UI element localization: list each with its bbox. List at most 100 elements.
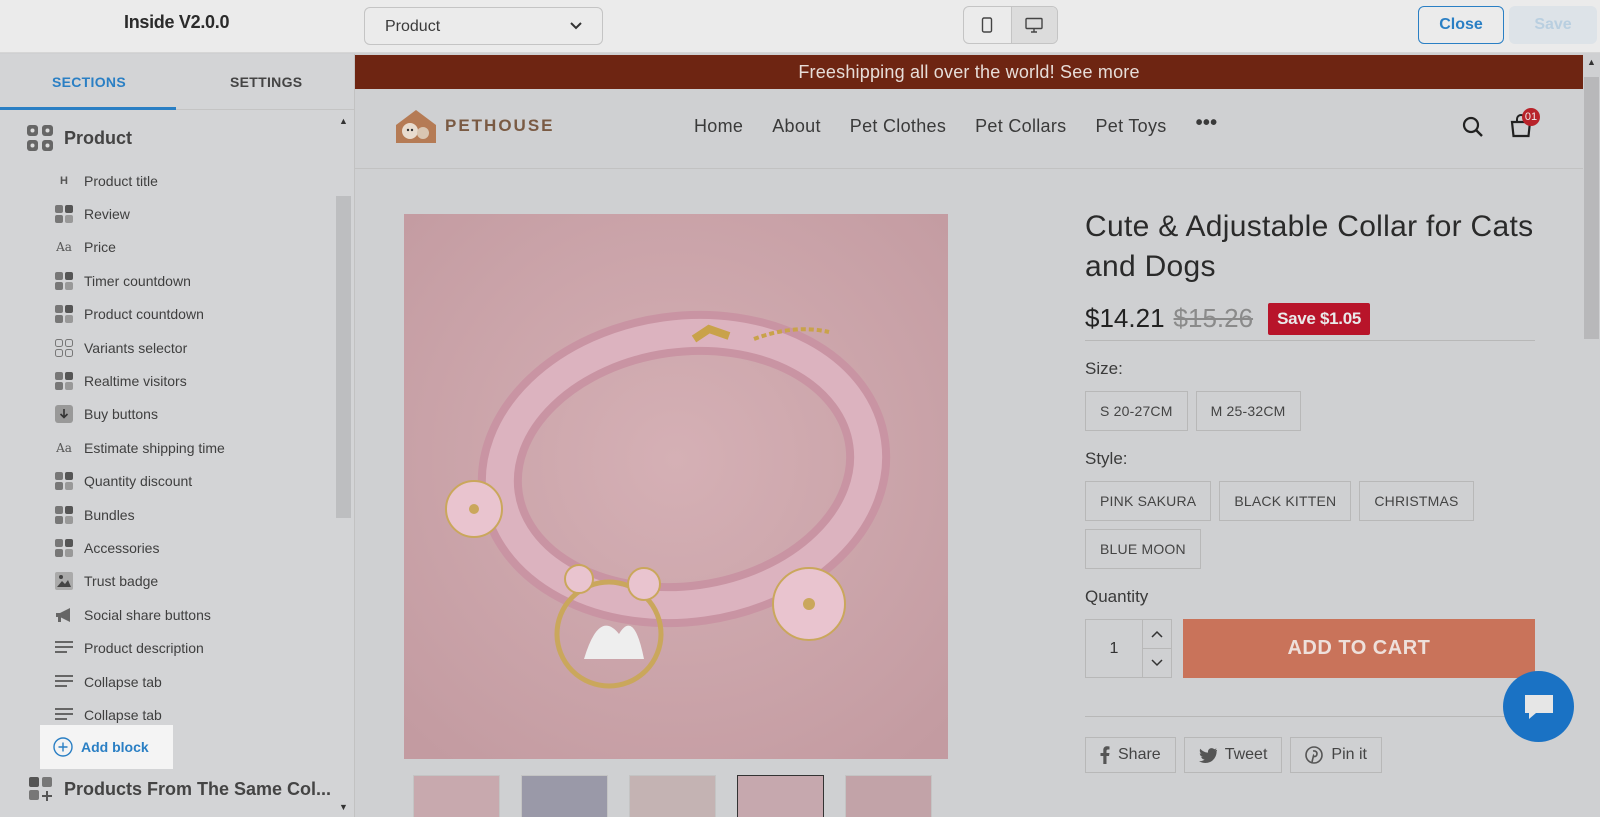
scroll-up-icon[interactable]: ▲ <box>1587 57 1596 67</box>
quantity-stepper <box>1142 619 1172 678</box>
section-product[interactable]: Product <box>26 124 132 152</box>
scrollbar-thumb[interactable] <box>336 196 351 518</box>
page-type-value: Product <box>385 18 441 35</box>
heading-icon: H <box>60 174 68 187</box>
block-item[interactable]: Buy buttons <box>54 398 225 431</box>
chevron-down-icon <box>1151 659 1163 667</box>
desktop-icon <box>1025 17 1043 33</box>
block-item[interactable]: Aa Price <box>54 231 225 264</box>
style-option[interactable]: BLUE MOON <box>1085 529 1201 569</box>
block-item[interactable]: Product description <box>54 631 225 664</box>
style-option[interactable]: BLACK KITTEN <box>1219 481 1352 521</box>
price-row: $14.21 $15.26 Save $1.05 <box>1085 302 1535 341</box>
style-options: PINK SAKURA BLACK KITTEN CHRISTMAS BLUE … <box>1085 481 1535 569</box>
image-icon <box>54 572 74 591</box>
divider <box>1085 716 1535 717</box>
thumbnail[interactable] <box>737 775 824 817</box>
pinterest-icon <box>1305 746 1324 764</box>
share-facebook-button[interactable]: Share <box>1085 737 1176 773</box>
thumbnail[interactable] <box>629 775 716 817</box>
thumbnail[interactable] <box>845 775 932 817</box>
scroll-up-icon[interactable]: ▲ <box>339 116 348 126</box>
app-block-icon <box>54 305 74 324</box>
plus-circle-icon <box>53 737 73 757</box>
page-type-select[interactable]: Product <box>364 7 603 45</box>
block-list: H Product title Review Aa Price Timer co… <box>54 164 225 732</box>
nav-pet-collars[interactable]: Pet Collars <box>975 116 1066 137</box>
nav-about[interactable]: About <box>772 116 821 137</box>
block-item[interactable]: H Product title <box>54 164 225 197</box>
main-nav: Home About Pet Clothes Pet Collars Pet T… <box>694 113 1218 137</box>
style-option[interactable]: CHRISTMAS <box>1359 481 1474 521</box>
tab-sections[interactable]: SECTIONS <box>52 74 126 90</box>
block-item[interactable]: Timer countdown <box>54 264 225 297</box>
more-icon[interactable]: ••• <box>1196 113 1218 137</box>
share-pinterest-button[interactable]: Pin it <box>1290 737 1382 773</box>
mobile-view-button[interactable] <box>964 7 1011 43</box>
style-option[interactable]: PINK SAKURA <box>1085 481 1212 521</box>
scroll-down-icon[interactable]: ▼ <box>339 802 348 812</box>
block-item[interactable]: Accessories <box>54 531 225 564</box>
save-button[interactable]: Save <box>1509 6 1597 44</box>
mobile-icon <box>982 17 993 33</box>
product-title: Cute & Adjustable Collar for Cats and Do… <box>1085 210 1534 283</box>
device-toggle <box>963 6 1058 44</box>
quantity-input[interactable]: 1 <box>1085 619 1143 678</box>
decrement-button[interactable] <box>1142 648 1171 677</box>
nav-home[interactable]: Home <box>694 116 743 137</box>
sidebar-scrollbar[interactable]: ▲ ▼ <box>336 114 353 814</box>
size-option[interactable]: S 20-27CM <box>1085 391 1188 431</box>
block-label: Collapse tab <box>84 706 162 723</box>
increment-button[interactable] <box>1143 620 1171 648</box>
chevron-down-icon <box>570 22 582 30</box>
text-icon: Aa <box>56 240 72 255</box>
product-main-image[interactable] <box>404 214 948 759</box>
tab-settings[interactable]: SETTINGS <box>230 74 302 90</box>
thumbnail[interactable] <box>413 775 500 817</box>
scrollbar-thumb[interactable] <box>1584 77 1599 339</box>
add-block-label: Add block <box>81 739 149 755</box>
block-item[interactable]: Trust badge <box>54 565 225 598</box>
block-item[interactable]: Variants selector <box>54 331 225 364</box>
block-label: Buy buttons <box>84 406 158 423</box>
thumbnail[interactable] <box>521 775 608 817</box>
quantity-row: 1 ADD TO CART <box>1085 619 1535 678</box>
app-title: Inside V2.0.0 <box>124 12 230 32</box>
app-block-icon <box>54 372 74 391</box>
logo-text: PETHOUSE <box>445 116 555 135</box>
paragraph-icon <box>54 673 74 691</box>
app-block-icon <box>54 538 74 557</box>
add-block-button[interactable]: Add block <box>40 725 173 769</box>
block-item[interactable]: Bundles <box>54 498 225 531</box>
block-item[interactable]: Product countdown <box>54 298 225 331</box>
close-button[interactable]: Close <box>1418 6 1504 44</box>
block-item[interactable]: Realtime visitors <box>54 364 225 397</box>
app-block-icon <box>54 505 74 524</box>
share-twitter-button[interactable]: Tweet <box>1183 737 1283 773</box>
block-item[interactable]: Aa Estimate shipping time <box>54 431 225 464</box>
block-label: Product description <box>84 640 204 657</box>
search-icon[interactable] <box>1462 116 1484 138</box>
share-label: Share <box>1118 746 1161 763</box>
grid-icon <box>54 338 74 357</box>
desktop-view-button[interactable] <box>1010 7 1057 43</box>
app-block-icon <box>54 271 74 290</box>
chat-icon <box>1524 694 1553 719</box>
nav-pet-toys[interactable]: Pet Toys <box>1095 116 1166 137</box>
add-to-cart-button[interactable]: ADD TO CART <box>1182 619 1535 678</box>
size-option[interactable]: M 25-32CM <box>1195 391 1301 431</box>
announcement-bar[interactable]: Freeshipping all over the world! See mor… <box>355 55 1583 89</box>
preview-scrollbar[interactable]: ▲ <box>1583 55 1600 817</box>
section-related-products[interactable]: Products From The Same Col... <box>28 776 331 802</box>
block-item[interactable]: Quantity discount <box>54 465 225 498</box>
section-label: Product <box>64 127 133 148</box>
chat-widget-button[interactable] <box>1503 671 1574 742</box>
store-logo[interactable]: PETHOUSE <box>393 107 555 145</box>
share-buttons: Share Tweet Pin it <box>1085 737 1535 773</box>
block-item[interactable]: Review <box>54 197 225 230</box>
block-label: Quantity discount <box>84 473 193 490</box>
nav-pet-clothes[interactable]: Pet Clothes <box>850 116 946 137</box>
facebook-icon <box>1100 746 1110 764</box>
block-item[interactable]: Social share buttons <box>54 598 225 631</box>
block-item[interactable]: Collapse tab <box>54 665 225 698</box>
